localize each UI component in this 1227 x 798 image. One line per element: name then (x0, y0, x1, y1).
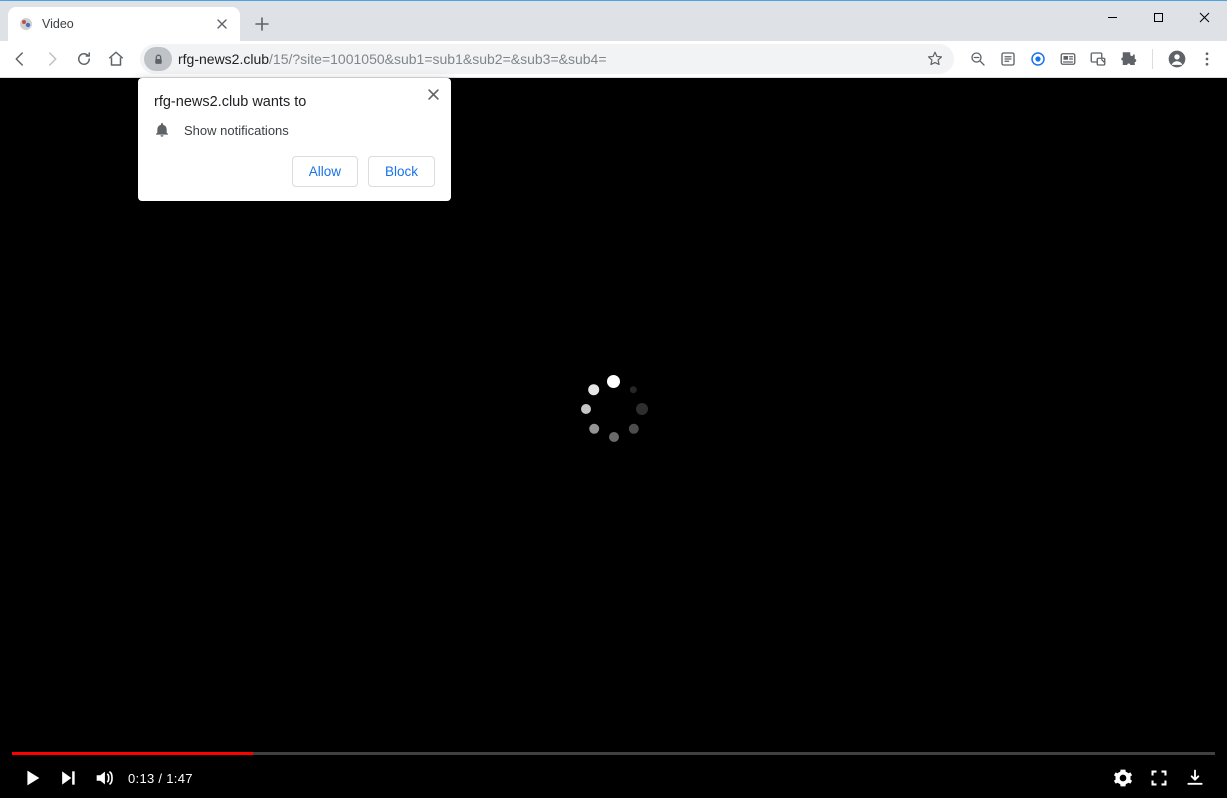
extension-reader-icon[interactable] (998, 49, 1018, 69)
address-bar[interactable]: rfg-news2.club/15/?site=1001050&sub1=sub… (140, 44, 954, 74)
permission-request-text: Show notifications (184, 123, 289, 138)
extension-puzzle-icon[interactable] (1118, 49, 1138, 69)
bell-icon (154, 122, 170, 138)
video-time-display: 0:13 / 1:47 (128, 771, 193, 786)
tab-favicon (18, 16, 34, 32)
fullscreen-button[interactable] (1141, 760, 1177, 796)
next-button[interactable] (50, 760, 86, 796)
loading-spinner (579, 374, 649, 444)
video-duration: 1:47 (166, 771, 193, 786)
nav-back-button[interactable] (6, 45, 34, 73)
permission-title: rfg-news2.club wants to (154, 94, 435, 110)
extension-news-icon[interactable] (1058, 49, 1078, 69)
extension-zoom-icon[interactable] (968, 49, 988, 69)
permission-close-button[interactable] (423, 84, 443, 104)
nav-reload-button[interactable] (70, 45, 98, 73)
download-button[interactable] (1177, 760, 1213, 796)
nav-home-button[interactable] (102, 45, 130, 73)
site-security-lock-icon[interactable] (144, 47, 172, 71)
window-close-button[interactable] (1181, 1, 1227, 33)
nav-forward-button (38, 45, 66, 73)
url-host: rfg-news2.club (178, 51, 269, 67)
tab-title: Video (42, 17, 206, 31)
notification-permission-prompt: rfg-news2.club wants to Show notificatio… (138, 78, 451, 201)
extension-picture-icon[interactable] (1088, 49, 1108, 69)
time-separator: / (155, 771, 167, 786)
extension-target-icon[interactable] (1028, 49, 1048, 69)
video-current-time: 0:13 (128, 771, 155, 786)
permission-allow-button[interactable]: Allow (292, 156, 358, 187)
browser-toolbar: rfg-news2.club/15/?site=1001050&sub1=sub… (0, 41, 1227, 78)
tab-strip: Video (0, 1, 1227, 41)
video-controls: 0:13 / 1:47 (0, 752, 1227, 798)
browser-tab[interactable]: Video (8, 7, 240, 41)
video-progress-track[interactable] (12, 752, 1215, 755)
bookmark-star-icon[interactable] (926, 50, 944, 68)
new-tab-button[interactable] (248, 10, 276, 38)
address-bar-url: rfg-news2.club/15/?site=1001050&sub1=sub… (178, 51, 920, 67)
url-path: /15/?site=1001050&sub1=sub1&sub2=&sub3=&… (269, 51, 606, 67)
window-maximize-button[interactable] (1135, 1, 1181, 33)
toolbar-separator (1152, 49, 1153, 69)
settings-button[interactable] (1105, 760, 1141, 796)
browser-menu-button[interactable] (1197, 49, 1217, 69)
window-minimize-button[interactable] (1089, 1, 1135, 33)
video-progress-played (12, 752, 253, 755)
tab-close-button[interactable] (214, 16, 230, 32)
play-button[interactable] (14, 760, 50, 796)
volume-button[interactable] (86, 760, 122, 796)
permission-block-button[interactable]: Block (368, 156, 435, 187)
profile-avatar-icon[interactable] (1167, 49, 1187, 69)
